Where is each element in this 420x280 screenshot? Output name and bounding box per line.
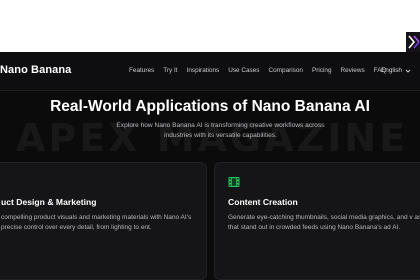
card-title: uct Design & Marketing xyxy=(1,197,97,207)
top-blank-area xyxy=(0,0,420,52)
language-selector[interactable]: English xyxy=(381,67,411,74)
nav-item-reviews[interactable]: Reviews xyxy=(341,67,365,74)
card-title: Content Creation xyxy=(228,197,298,207)
section-title: Real-World Applications of Nano Banana A… xyxy=(50,98,370,115)
card-text: compelling product visuals and marketing… xyxy=(1,214,192,231)
corner-logo xyxy=(406,32,420,52)
nav-links: Features Try It Inspirations Use Cases C… xyxy=(129,67,395,74)
nav-item-inspirations[interactable]: Inspirations xyxy=(187,67,220,74)
card-product-design: uct Design & Marketing compelling produc… xyxy=(0,162,207,280)
section-subtitle: Explore how Nano Banana AI is transformi… xyxy=(116,122,325,139)
card-content-creation: Content Creation Generate eye-catching t… xyxy=(214,162,420,280)
nav-item-try-it[interactable]: Try It xyxy=(163,67,177,74)
nav-item-comparison[interactable]: Comparison xyxy=(269,67,303,74)
nav-item-features[interactable]: Features xyxy=(129,67,154,74)
chevron-down-icon xyxy=(405,69,411,73)
nav-item-use-cases[interactable]: Use Cases xyxy=(228,67,259,74)
card-text: Generate eye-catching thumbnails, social… xyxy=(228,214,420,231)
film-icon xyxy=(228,175,240,187)
language-label: English xyxy=(381,67,402,74)
brand-logo[interactable]: Nano Banana xyxy=(0,64,71,76)
nav-item-pricing[interactable]: Pricing xyxy=(312,67,332,74)
navbar: Nano Banana Features Try It Inspirations… xyxy=(0,52,420,91)
